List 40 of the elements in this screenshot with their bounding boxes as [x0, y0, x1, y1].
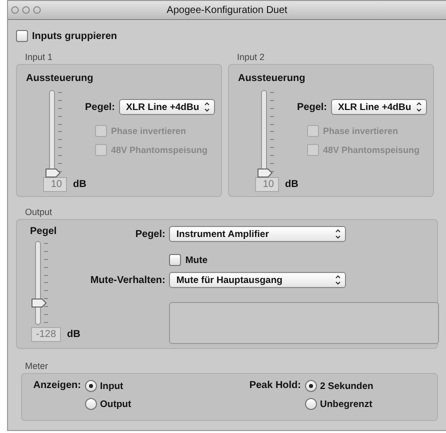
- window-title: Apogee-Konfiguration Duet: [166, 4, 288, 16]
- field-label: Pegel:: [85, 102, 116, 112]
- radio-label[interactable]: Input: [100, 380, 124, 392]
- unit-label: dB: [73, 179, 86, 190]
- radio-group-label: Anzeigen:: [33, 380, 81, 393]
- group-title: Input 1: [25, 52, 54, 62]
- radio-button[interactable]: [305, 380, 317, 392]
- group-title: Meter: [25, 361, 50, 371]
- radio-button[interactable]: [85, 398, 97, 410]
- slider-thumb[interactable]: [31, 298, 47, 308]
- stepper-icon: [335, 229, 342, 239]
- group-title: Output: [25, 207, 54, 217]
- radio-group-label: Peak Hold:: [249, 380, 301, 393]
- field-label: Pegel:: [297, 102, 328, 112]
- window-controls-icon[interactable]: [11, 6, 41, 14]
- checkbox[interactable]: [169, 254, 182, 266]
- checkbox[interactable]: [16, 30, 28, 42]
- radio-button[interactable]: [85, 380, 97, 392]
- stepper-icon: [416, 102, 422, 112]
- radio-label[interactable]: Output: [100, 398, 132, 410]
- radio-label[interactable]: Unbegrenzt: [320, 398, 372, 410]
- group-title: Input 2: [237, 52, 266, 62]
- radio-button[interactable]: [305, 398, 317, 410]
- slider-label: Aussteuerung: [237, 73, 306, 84]
- field-label: Mute-Verhalten:: [89, 274, 166, 286]
- slider-label: Aussteuerung: [25, 73, 94, 84]
- unit-label: dB: [67, 329, 80, 340]
- popup-button[interactable]: XLR Line +4dBu: [331, 99, 428, 115]
- stepper-icon: [204, 102, 210, 112]
- popup-button[interactable]: XLR Line +4dBu: [119, 99, 216, 115]
- popup-button[interactable]: Instrument Amplifier: [169, 226, 346, 242]
- radio-label[interactable]: 2 Sekunden: [320, 380, 374, 392]
- unit-label: dB: [285, 179, 298, 190]
- slider[interactable]: [30, 241, 48, 325]
- checkbox-label[interactable]: Inputs gruppieren: [32, 30, 117, 42]
- checkbox-label[interactable]: Mute: [185, 254, 208, 266]
- stepper-icon: [335, 275, 342, 285]
- popup-button[interactable]: Mute für Hauptausgang: [169, 272, 346, 288]
- slider-label: Pegel: [29, 226, 57, 237]
- field-label: Pegel:: [134, 228, 166, 240]
